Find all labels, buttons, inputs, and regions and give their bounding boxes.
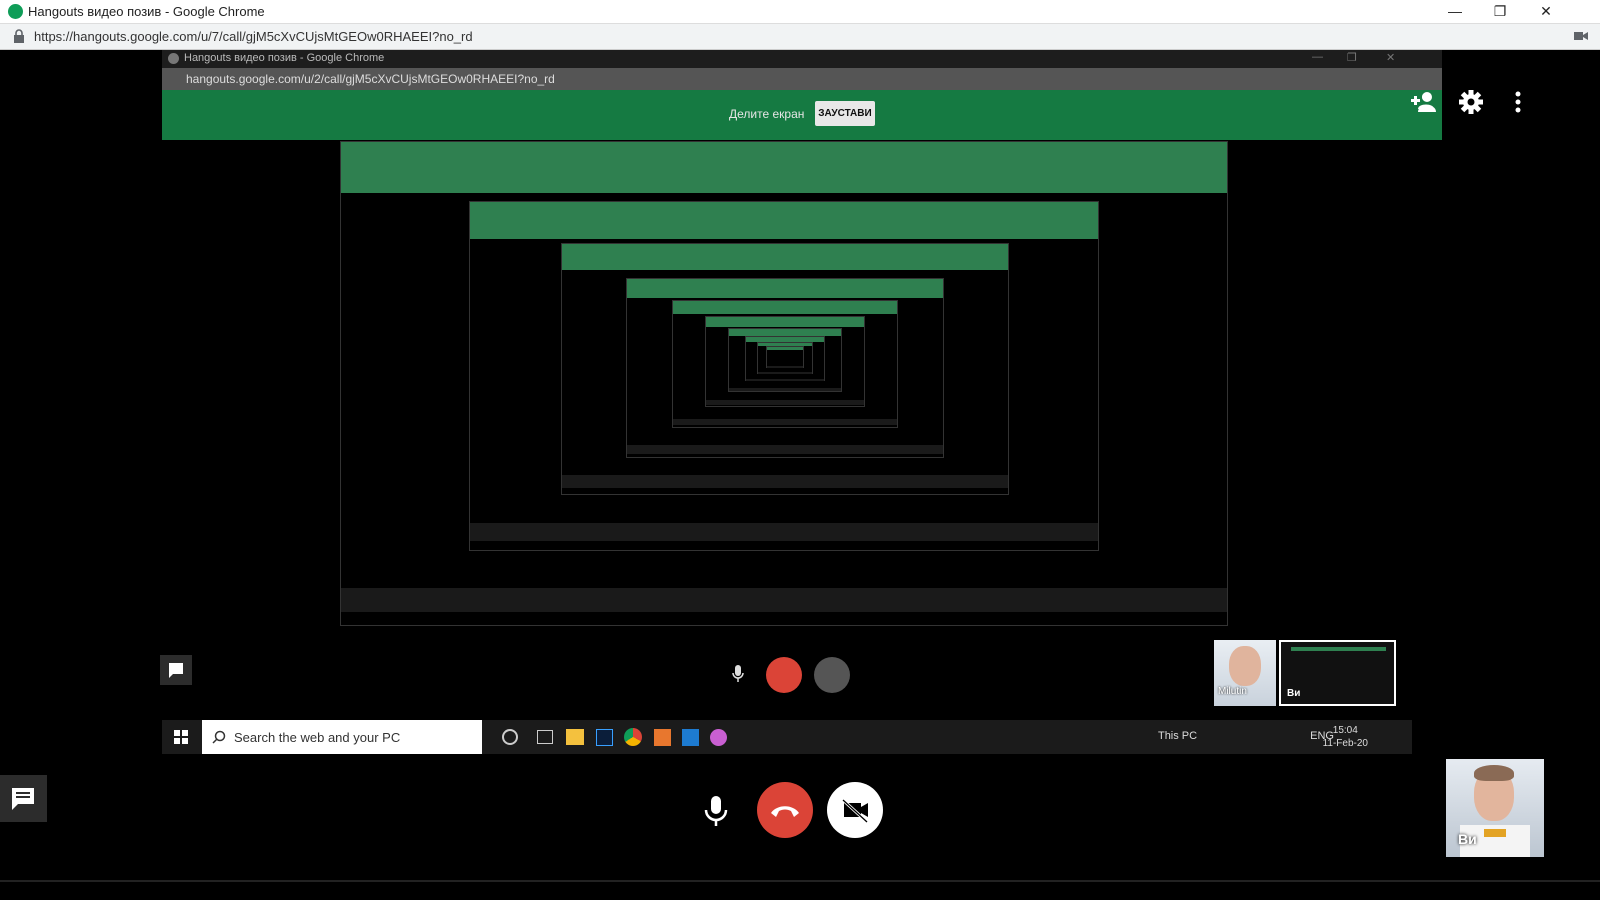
inner-taskbar: Search the web and your PC This PC ENG 1… (162, 720, 1412, 754)
inner-tray-label: This PC ENG (1158, 730, 1334, 742)
inner-mic-icon (732, 665, 744, 682)
nested-screen-taskbar (706, 400, 864, 405)
inner-clock-time: 15:04 (1332, 725, 1358, 736)
nested-screen-banner (470, 202, 1098, 239)
inner-chrome-icon (168, 53, 179, 64)
inner-xampp-icon (654, 729, 671, 746)
inner-window-titlebar: Hangouts видео позив - Google Chrome — ❐… (162, 50, 1442, 68)
inner-close-icon: ✕ (1386, 52, 1396, 64)
shared-screen: Hangouts видео позив - Google Chrome — ❐… (160, 50, 1442, 770)
inner-minimize-icon: — (1312, 51, 1323, 63)
share-screen-text: Делите екран (729, 107, 805, 121)
nested-screen-banner (341, 142, 1227, 193)
nested-screen-taskbar (767, 366, 803, 368)
inner-address-bar: hangouts.google.com/u/2/call/gjM5cXvCUjs… (162, 68, 1442, 90)
inner-viber-icon (710, 729, 727, 746)
inner-photoshop-icon (596, 729, 613, 746)
inner-hangup-icon (766, 657, 802, 693)
nested-screen-taskbar (673, 419, 897, 425)
nested-screen-taskbar (341, 588, 1227, 612)
screen: Hangouts видео позив - Google Chrome — ❐… (0, 0, 1600, 900)
inner-self-tile-banner (1291, 647, 1386, 651)
inner-clock-date: 11-Feb-20 (1322, 738, 1368, 749)
hangup-icon (771, 806, 799, 817)
inner-windows-start-icon (174, 730, 188, 744)
inner-url-text: hangouts.google.com/u/2/call/gjM5cXvCUjs… (186, 72, 555, 86)
inner-file-explorer-icon (566, 729, 584, 745)
inner-search-icon (212, 730, 226, 744)
hangup-button[interactable] (757, 782, 813, 838)
nested-screen-banner (729, 329, 841, 336)
video-toggle-button[interactable] (827, 782, 883, 838)
inner-vscode-icon (682, 729, 699, 746)
video-off-icon (841, 798, 869, 824)
inner-clock: 15:04 11-Feb-20 (1323, 724, 1368, 750)
minimize-button[interactable]: — (1432, 0, 1478, 24)
nested-screen-banner (767, 347, 803, 350)
nested-screen-taskbar (746, 379, 824, 381)
nested-screen-banner (627, 279, 943, 298)
inner-participant-name: Milutin (1218, 686, 1247, 697)
close-button[interactable]: ✕ (1523, 0, 1569, 24)
bottom-divider (0, 880, 1600, 882)
inner-self-label: Ви (1287, 688, 1301, 699)
nested-screen (766, 346, 804, 368)
camera-icon[interactable] (1574, 30, 1588, 42)
window-title: Hangouts видео позив - Google Chrome (28, 4, 265, 19)
inner-participant-tile: Milutin (1214, 640, 1276, 706)
inner-restore-icon: ❐ (1347, 52, 1357, 64)
restore-button[interactable]: ❐ (1477, 0, 1523, 24)
share-screen-banner: Делите екран ЗАУСТАВИ (162, 90, 1442, 140)
address-bar[interactable]: https://hangouts.google.com/u/7/call/gjM… (0, 24, 1600, 50)
inner-chrome-taskbar-icon (624, 728, 642, 746)
gear-icon[interactable] (1457, 88, 1485, 116)
nested-screen-banner (562, 244, 1008, 270)
inner-window-title: Hangouts видео позив - Google Chrome (184, 52, 385, 64)
more-vert-icon[interactable] (1504, 88, 1532, 116)
nested-screen-taskbar (758, 372, 812, 374)
self-hair (1474, 765, 1514, 781)
inner-search-placeholder: Search the web and your PC (234, 730, 401, 745)
window-titlebar: Hangouts видео позив - Google Chrome — ❐… (0, 0, 1600, 24)
inner-self-tile: Ви (1279, 640, 1396, 706)
chat-button[interactable] (0, 775, 47, 822)
nested-screen-banner (706, 317, 864, 327)
inner-participant-face (1229, 646, 1261, 686)
chat-icon (12, 788, 34, 810)
add-person-icon[interactable] (1410, 88, 1438, 116)
inner-task-view-icon (537, 730, 553, 744)
url-text[interactable]: https://hangouts.google.com/u/7/call/gjM… (34, 29, 473, 44)
inner-this-pc-label: This PC (1157, 730, 1198, 742)
inner-cortana-icon (502, 729, 518, 745)
nested-screen-banner (673, 301, 897, 314)
hangouts-logo-icon (8, 4, 23, 19)
nested-screen-taskbar (627, 445, 943, 454)
self-label: Ви (1458, 831, 1477, 847)
self-bowtie (1484, 829, 1506, 837)
stop-sharing-button[interactable]: ЗАУСТАВИ (815, 101, 875, 126)
nested-screen-taskbar (562, 475, 1008, 488)
nested-screen-taskbar (470, 523, 1098, 541)
mic-icon[interactable] (704, 796, 728, 826)
inner-chat-icon (160, 655, 192, 685)
inner-taskbar-search: Search the web and your PC (202, 720, 482, 754)
inner-video-off-icon (814, 657, 850, 693)
nested-screen-taskbar (729, 388, 841, 391)
lock-icon (14, 29, 24, 43)
